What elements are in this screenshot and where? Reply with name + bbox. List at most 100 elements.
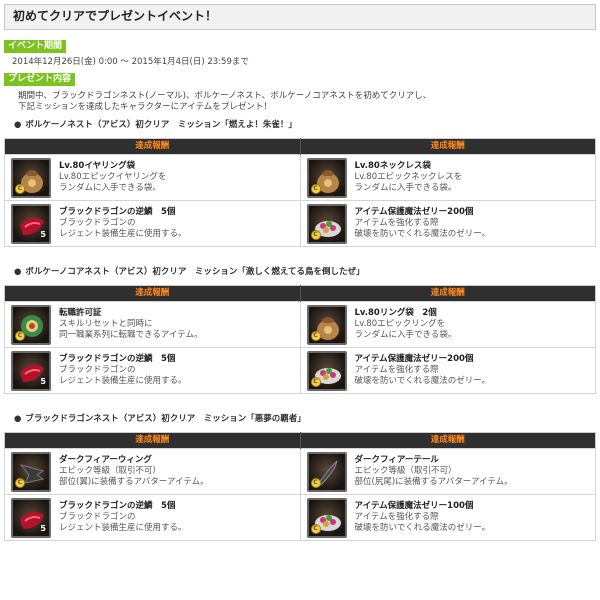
wing-icon: C: [11, 451, 51, 492]
reward-cell: C Lv.80イヤリング袋 Lv.80エピックイヤリングを ランダムに入手できる袋。: [4, 154, 301, 202]
coin-icon: C: [310, 229, 321, 240]
scale-icon: 5: [11, 203, 51, 244]
item-info: Lv.80イヤリング袋 Lv.80エピックイヤリングを ランダムに入手できる袋。: [59, 161, 166, 194]
item-desc-line-2: 破壊を防いでくれる魔法のゼリー。: [354, 229, 491, 240]
item-info: ブラックドラゴンの逆鱗 5個 ブラックドラゴンの レジェント装備生産に使用する。: [59, 354, 187, 387]
column-header: 達成報酬: [300, 138, 596, 155]
reward-row: 5 ブラックドラゴンの逆鱗 5個 ブラックドラゴンの レジェント装備生産に使用する。 C…: [4, 200, 596, 248]
reward-cell: C ダークフィアーウィング エピック等級（取引不可） 部位(翼)に装備するアバターアイ…: [4, 448, 301, 496]
mission-heading: ● ブラックドラゴンネスト（アビス）初クリア ミッション「悪夢の覇者」: [14, 414, 596, 425]
bullet-icon: ●: [14, 414, 22, 425]
item-name: Lv.80イヤリング袋: [59, 161, 136, 172]
item-desc-line-2: レジェント装備生産に使用する。: [59, 229, 187, 240]
item-quantity: 5: [40, 377, 46, 387]
pouch-icon: C: [306, 304, 347, 345]
item-desc-line-1: ブラックドラゴンの: [59, 365, 136, 376]
reward-cell: C アイテム保護魔法ゼリー100個 アイテムを強化する際 破壊を防いでくれる魔法のゼリ…: [299, 494, 596, 542]
bullet-icon: ●: [14, 267, 22, 278]
item-quantity: 5: [40, 524, 46, 534]
item-info: Lv.80リング袋 2個 Lv.80エピックリングを ランダムに入手できる袋。: [355, 308, 457, 341]
column-header: 達成報酬: [4, 285, 301, 302]
item-desc-line-1: Lv.80エピックリングを: [354, 319, 446, 330]
present-content-tag: プレゼント内容: [4, 73, 76, 87]
reward-table-header: 達成報酬 達成報酬: [4, 138, 596, 155]
reward-cell: 5 ブラックドラゴンの逆鱗 5個 ブラックドラゴンの レジェント装備生産に使用する。: [4, 347, 301, 395]
reward-table: 達成報酬 達成報酬 C ダークフィアーウィング エピック等級（取引不可） 部位(翼)に装備…: [4, 432, 596, 542]
item-info: アイテム保護魔法ゼリー200個 アイテムを強化する際 破壊を防いでくれる魔法のゼリー…: [355, 207, 491, 240]
reward-cell: C 転職許可証 スキルリセットと同時に 同一職業系列に転職できるアイテム。: [4, 301, 301, 349]
item-name: Lv.80リング袋 2個: [354, 308, 437, 319]
coin-icon: C: [310, 523, 321, 534]
item-desc-line-1: ブラックドラゴンの: [59, 512, 136, 523]
item-desc-line-1: Lv.80エピックネックレスを: [354, 172, 463, 183]
column-header: 達成報酬: [300, 432, 596, 449]
coin-icon: C: [15, 477, 25, 488]
item-desc-line-2: ランダムに入手できる袋。: [354, 330, 457, 341]
item-info: Lv.80ネックレス袋 Lv.80エピックネックレスを ランダムに入手できる袋。: [355, 161, 463, 194]
event-period-text: 2014年12月26日(金) 0:00 ～ 2015年1月4日(日) 23:59…: [12, 57, 249, 67]
tail-icon: C: [306, 451, 347, 492]
item-name: 転職許可証: [59, 308, 102, 319]
page-title: 初めてクリアでプレゼントイベント！: [4, 4, 596, 30]
jelly-icon: C: [306, 203, 347, 244]
item-name: ダークフィアーテール: [354, 455, 439, 466]
reward-table-header: 達成報酬 達成報酬: [4, 432, 596, 449]
item-desc-line-2: 同一職業系列に転職できるアイテム。: [59, 330, 203, 341]
item-desc-line-1: アイテムを強化する際: [354, 218, 439, 229]
column-header: 達成報酬: [4, 138, 301, 155]
intro-line-2: 下記ミッションを達成したキャラクターにアイテムをプレゼント！: [18, 102, 272, 113]
item-info: ブラックドラゴンの逆鱗 5個 ブラックドラゴンの レジェント装備生産に使用する。: [59, 501, 187, 534]
item-info: 転職許可証 スキルリセットと同時に 同一職業系列に転職できるアイテム。: [59, 308, 202, 341]
item-desc-line-2: 部位(翼)に装備するアバターアイテム。: [59, 477, 209, 488]
item-info: アイテム保護魔法ゼリー100個 アイテムを強化する際 破壊を防いでくれる魔法のゼリー…: [355, 501, 491, 534]
jelly-icon: C: [306, 497, 347, 538]
scale-icon: 5: [11, 497, 51, 538]
jelly-icon: C: [306, 350, 347, 391]
item-info: ダークフィアーテール エピック等級（取引不可） 部位(尻尾)に装備するアバターアイテ…: [355, 455, 513, 488]
reward-row: C ダークフィアーウィング エピック等級（取引不可） 部位(翼)に装備するアバターアイ…: [4, 448, 596, 496]
intro-text: 期間中、ブラックドラゴンネスト(ノーマル)、ボルケーノネスト、ボルケーノコアネス…: [18, 91, 596, 113]
item-name: アイテム保護魔法ゼリー200個: [354, 354, 474, 365]
mission-title: ボルケーノネスト（アビス）初クリア ミッション「燃えよ！朱雀！」: [25, 120, 297, 131]
mission-heading: ● ボルケーノコアネスト（アビス）初クリア ミッション「激しく燃えてる鳥を倒したぜ…: [14, 267, 596, 278]
item-quantity: 5: [40, 230, 46, 240]
reward-cell: 5 ブラックドラゴンの逆鱗 5個 ブラックドラゴンの レジェント装備生産に使用する。: [4, 494, 301, 542]
item-info: ブラックドラゴンの逆鱗 5個 ブラックドラゴンの レジェント装備生産に使用する。: [59, 207, 187, 240]
item-name: Lv.80ネックレス袋: [354, 161, 431, 172]
coin-icon: C: [310, 330, 321, 341]
item-desc-line-1: エピック等級（取引不可）: [59, 466, 162, 477]
reward-table: 達成報酬 達成報酬 C Lv.80イヤリング袋 Lv.80エピックイヤリングを ランダムに…: [4, 138, 596, 248]
coin-icon: C: [15, 183, 25, 194]
item-desc-line-1: アイテムを強化する際: [354, 365, 439, 376]
event-period-tag: イベント期間: [4, 40, 67, 53]
reward-row: 5 ブラックドラゴンの逆鱗 5個 ブラックドラゴンの レジェント装備生産に使用する。 C…: [4, 347, 596, 395]
reward-row: C Lv.80イヤリング袋 Lv.80エピックイヤリングを ランダムに入手できる袋。 C…: [4, 154, 596, 202]
item-desc-line-2: 破壊を防いでくれる魔法のゼリー。: [354, 523, 491, 534]
item-desc-line-1: エピック等級（取引不可）: [354, 466, 457, 477]
item-name: ダークフィアーウィング: [59, 455, 152, 466]
item-desc-line-1: Lv.80エピックイヤリングを: [59, 172, 167, 183]
reward-row: 5 ブラックドラゴンの逆鱗 5個 ブラックドラゴンの レジェント装備生産に使用する。 C…: [4, 494, 596, 542]
mission-title: ブラックドラゴンネスト（アビス）初クリア ミッション「悪夢の覇者」: [25, 414, 306, 425]
item-desc-line-2: ランダムに入手できる袋。: [354, 183, 457, 194]
column-header: 達成報酬: [300, 285, 596, 302]
column-header: 達成報酬: [4, 432, 301, 449]
pouch-icon: C: [11, 157, 51, 198]
reward-cell: C Lv.80リング袋 2個 Lv.80エピックリングを ランダムに入手できる袋。: [299, 301, 596, 349]
bullet-icon: ●: [14, 120, 22, 131]
reward-sections: ● ボルケーノネスト（アビス）初クリア ミッション「燃えよ！朱雀！」 達成報酬 達成報…: [4, 120, 596, 542]
item-desc-line-1: ブラックドラゴンの: [59, 218, 136, 229]
item-desc-line-1: アイテムを強化する際: [354, 512, 439, 523]
reward-table: 達成報酬 達成報酬 C 転職許可証 スキルリセットと同時に 同一職業系列に転職できるアイテ…: [4, 285, 596, 395]
item-desc-line-2: レジェント装備生産に使用する。: [59, 523, 187, 534]
coin-icon: C: [15, 330, 25, 341]
item-name: ブラックドラゴンの逆鱗 5個: [59, 354, 176, 365]
reward-table-header: 達成報酬 達成報酬: [4, 285, 596, 302]
intro-line-1: 期間中、ブラックドラゴンネスト(ノーマル)、ボルケーノネスト、ボルケーノコアネス…: [18, 91, 432, 102]
item-info: アイテム保護魔法ゼリー200個 アイテムを強化する際 破壊を防いでくれる魔法のゼリー…: [355, 354, 491, 387]
item-desc-line-2: ランダムに入手できる袋。: [59, 183, 161, 194]
item-desc-line-2: レジェント装備生産に使用する。: [59, 376, 187, 387]
reward-cell: 5 ブラックドラゴンの逆鱗 5個 ブラックドラゴンの レジェント装備生産に使用する。: [4, 200, 301, 248]
pouch-icon: C: [306, 157, 347, 198]
reward-cell: C ダークフィアーテール エピック等級（取引不可） 部位(尻尾)に装備するアバターアイ…: [299, 448, 596, 496]
